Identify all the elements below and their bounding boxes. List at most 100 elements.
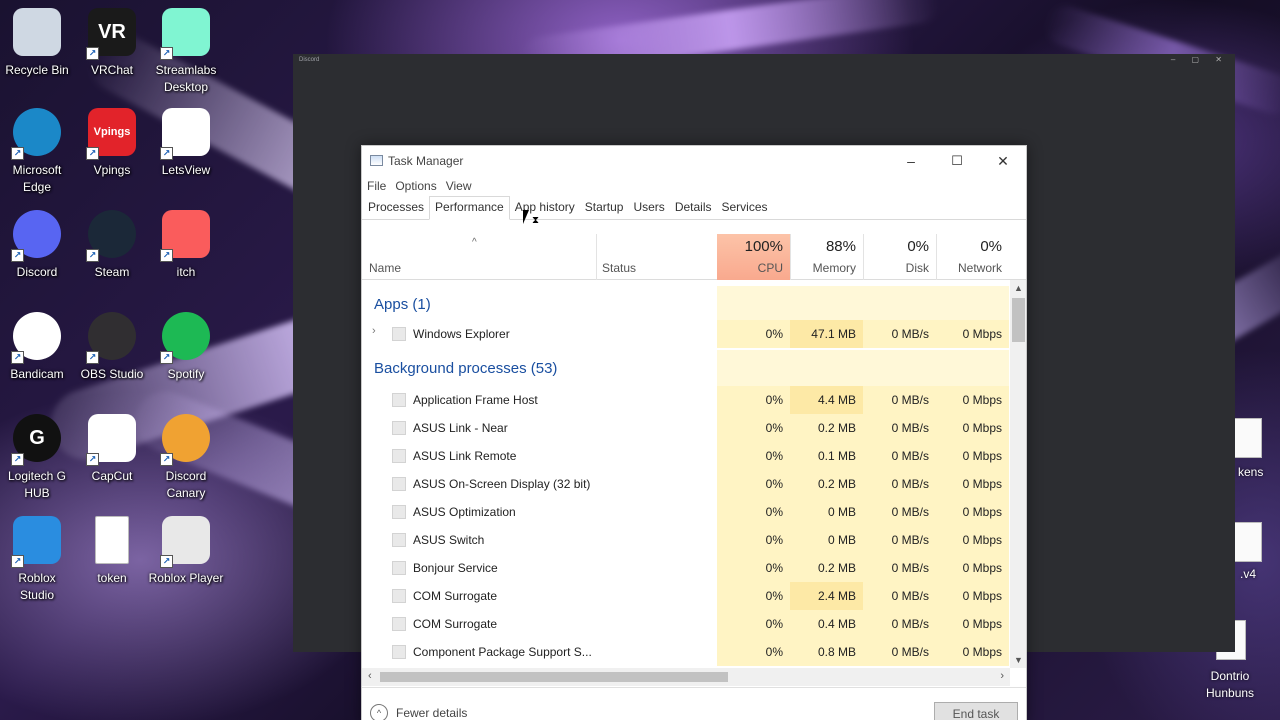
- process-row[interactable]: COM Surrogate 0% 2.4 MB 0 MB/s 0 Mbps: [362, 582, 1010, 610]
- group-cell: [790, 350, 863, 386]
- column-network[interactable]: 0% Network: [936, 234, 1009, 280]
- file-icon[interactable]: [1232, 418, 1262, 458]
- column-name[interactable]: Name: [369, 261, 401, 275]
- title-bar[interactable]: Task Manager – ☐ ✕: [362, 146, 1026, 176]
- desktop-icon[interactable]: ↗ Steam: [73, 210, 151, 281]
- desktop-icon[interactable]: ↗ Discord: [0, 210, 76, 281]
- process-row[interactable]: COM Surrogate 0% 0.4 MB 0 MB/s 0 Mbps: [362, 610, 1010, 638]
- scroll-down-icon[interactable]: ▼: [1010, 655, 1026, 665]
- desktop-icon[interactable]: ↗ Roblox Player: [147, 516, 225, 587]
- process-row[interactable]: ASUS Switch 0% 0 MB 0 MB/s 0 Mbps: [362, 526, 1010, 554]
- process-memory: 2.4 MB: [790, 582, 863, 610]
- discord-window-controls[interactable]: – ▢ ✕: [1171, 55, 1229, 64]
- process-row[interactable]: Component Package Support S... 0% 0.8 MB 0 …: [362, 638, 1010, 666]
- process-row[interactable]: ASUS Link - Near 0% 0.2 MB 0 MB/s 0 Mbps: [362, 414, 1010, 442]
- column-divider[interactable]: [596, 234, 597, 280]
- scroll-up-icon[interactable]: ▲: [1010, 283, 1026, 293]
- desktop-icon-label: Steam: [94, 265, 130, 279]
- cpu-label: CPU: [757, 261, 783, 275]
- group-background-processes[interactable]: Background processes (53): [362, 350, 1010, 386]
- column-cpu[interactable]: 100% CPU: [717, 234, 790, 280]
- desktop-icon[interactable]: ↗ Discord Canary: [147, 414, 225, 502]
- maximize-button[interactable]: ☐: [934, 146, 980, 176]
- desktop-item-label: kens: [1238, 465, 1264, 479]
- process-row[interactable]: Application Frame Host 0% 4.4 MB 0 MB/s 0 Mb…: [362, 386, 1010, 414]
- task-manager-icon: [370, 155, 383, 166]
- desktop-icon[interactable]: ↗ itch: [147, 210, 225, 281]
- tab-app-history[interactable]: App history: [510, 197, 580, 219]
- process-name: ASUS Switch: [413, 533, 485, 547]
- tab-processes[interactable]: Processes: [363, 197, 429, 219]
- file-icon[interactable]: [1232, 522, 1262, 562]
- expand-chevron-icon[interactable]: ›: [372, 325, 376, 337]
- process-memory: 0.2 MB: [790, 470, 863, 498]
- fewer-details-button[interactable]: ^ Fewer details: [370, 704, 467, 720]
- capcut-icon: ↗: [86, 414, 136, 466]
- process-row[interactable]: ASUS On-Screen Display (32 bit) 0% 0.2 MB 0…: [362, 470, 1010, 498]
- process-row[interactable]: ASUS Optimization 0% 0 MB 0 MB/s 0 Mbps: [362, 498, 1010, 526]
- process-disk: 0 MB/s: [863, 386, 936, 414]
- scroll-thumb-horizontal[interactable]: [380, 672, 728, 682]
- desktop-icon[interactable]: ↗ OBS Studio: [73, 312, 151, 383]
- desktop-icon[interactable]: ↗ Microsoft Edge: [0, 108, 76, 196]
- process-memory: 4.4 MB: [790, 386, 863, 414]
- tab-services[interactable]: Services: [717, 197, 773, 219]
- minimize-button[interactable]: –: [888, 146, 934, 176]
- column-disk[interactable]: 0% Disk: [863, 234, 936, 280]
- desktop-icon[interactable]: ↗ Spotify: [147, 312, 225, 383]
- desktop-icon[interactable]: ↗ Bandicam: [0, 312, 76, 383]
- process-memory: 0.2 MB: [790, 554, 863, 582]
- desktop-icon[interactable]: VR ↗ VRChat: [73, 8, 151, 79]
- group-cell: [717, 350, 790, 386]
- desktop-icon[interactable]: ↗ LetsView: [147, 108, 225, 179]
- footer: ^ Fewer details End task: [362, 687, 1026, 720]
- menu-view[interactable]: View: [446, 179, 472, 193]
- process-row[interactable]: ASUS Link Remote 0% 0.1 MB 0 MB/s 0 Mbps: [362, 442, 1010, 470]
- tab-details[interactable]: Details: [670, 197, 717, 219]
- tab-startup[interactable]: Startup: [580, 197, 629, 219]
- desktop-item-label-dontrio[interactable]: Dontrio Hunbuns: [1206, 668, 1254, 702]
- desktop-icon[interactable]: token: [73, 516, 151, 587]
- column-memory[interactable]: 88% Memory: [790, 234, 863, 280]
- desktop-icon[interactable]: Recycle Bin: [0, 8, 76, 79]
- streamlabs-icon: ↗: [160, 8, 210, 60]
- process-network: 0 Mbps: [936, 386, 1009, 414]
- process-icon: [392, 449, 406, 463]
- group-apps[interactable]: Apps (1): [362, 286, 1010, 322]
- desktop-icon-label: Recycle Bin: [5, 63, 69, 77]
- desktop-icon[interactable]: ↗ Streamlabs Desktop: [147, 8, 225, 96]
- process-name: ASUS Link Remote: [413, 449, 517, 463]
- process-icon: [392, 645, 406, 659]
- itch-icon: ↗: [160, 210, 210, 262]
- desktop-icon-label: Discord Canary: [165, 469, 207, 500]
- shortcut-arrow-icon: ↗: [160, 453, 173, 466]
- horizontal-scrollbar[interactable]: ‹ ›: [362, 668, 1010, 686]
- process-cpu: 0%: [717, 320, 790, 348]
- steam-icon: ↗: [86, 210, 136, 262]
- tab-users[interactable]: Users: [628, 197, 669, 219]
- scroll-right-icon[interactable]: ›: [1000, 670, 1004, 682]
- process-memory: 0.4 MB: [790, 610, 863, 638]
- desktop-icon[interactable]: Vpings ↗ Vpings: [73, 108, 151, 179]
- process-disk: 0 MB/s: [863, 414, 936, 442]
- process-network: 0 Mbps: [936, 498, 1009, 526]
- desktop-icon[interactable]: ↗ Roblox Studio: [0, 516, 76, 604]
- desktop-icon[interactable]: ↗ CapCut: [73, 414, 151, 485]
- process-disk: 0 MB/s: [863, 470, 936, 498]
- desktop-icon[interactable]: G ↗ Logitech G HUB: [0, 414, 76, 502]
- desktop-icon-label: Vpings: [93, 163, 131, 177]
- scroll-left-icon[interactable]: ‹: [368, 670, 372, 682]
- bandicam-icon: ↗: [11, 312, 61, 364]
- column-status[interactable]: Status: [602, 261, 636, 275]
- tab-performance[interactable]: Performance: [429, 196, 510, 220]
- task-manager-window[interactable]: Task Manager – ☐ ✕ File Options View Proce…: [361, 145, 1027, 720]
- close-button[interactable]: ✕: [980, 146, 1026, 176]
- menu-options[interactable]: Options: [395, 179, 436, 193]
- tab-bar: Processes Performance App history Startup Us…: [362, 196, 1026, 220]
- process-row[interactable]: Bonjour Service 0% 0.2 MB 0 MB/s 0 Mbps: [362, 554, 1010, 582]
- scroll-thumb[interactable]: [1012, 298, 1025, 342]
- process-row[interactable]: › Windows Explorer 0% 47.1 MB 0 MB/s 0 Mbps: [362, 320, 1010, 348]
- vertical-scrollbar[interactable]: ▲ ▼: [1010, 280, 1026, 668]
- menu-file[interactable]: File: [367, 179, 386, 193]
- end-task-button[interactable]: End task: [934, 702, 1018, 720]
